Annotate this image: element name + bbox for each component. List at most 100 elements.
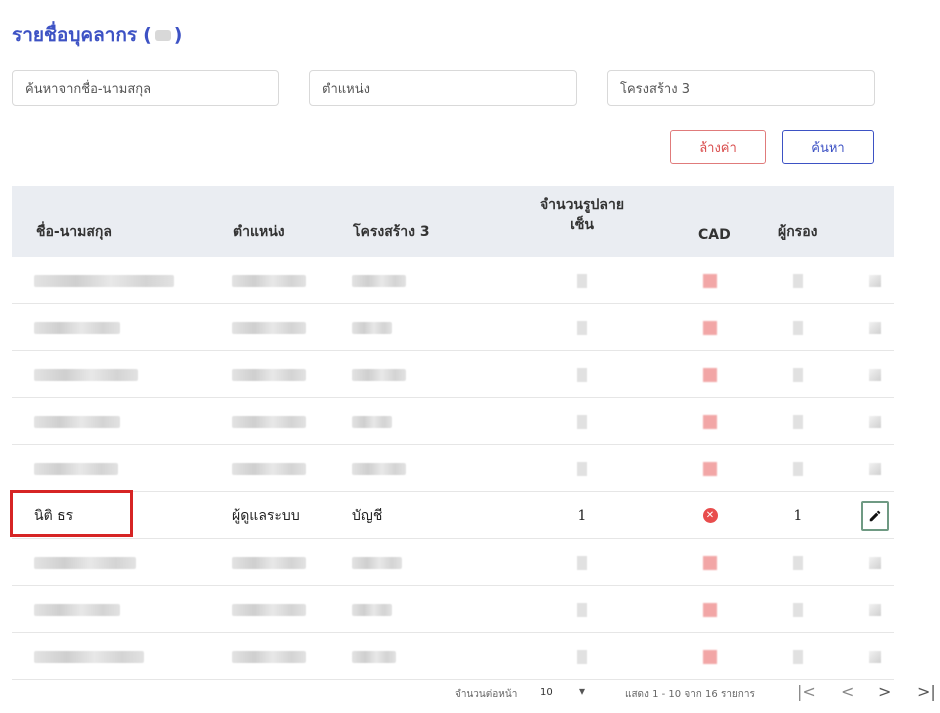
pagination: จำนวนต่อหน้า 10 ▾ แสดง 1 - 10 จาก 16 ราย… xyxy=(0,681,940,707)
redacted-count xyxy=(577,320,587,335)
structure-select-placeholder: โครงสร้าง 3 xyxy=(620,81,690,97)
redacted-name xyxy=(34,556,136,569)
redacted-edit-icon[interactable] xyxy=(869,603,881,616)
name-search-placeholder: ค้นหาจากชื่อ-นามสกุล xyxy=(25,81,152,97)
caret-down-icon[interactable]: ▾ xyxy=(579,684,585,698)
redacted-guardian xyxy=(793,649,803,664)
rows-per-page-label: จำนวนต่อหน้า xyxy=(455,689,518,700)
redacted-edit-icon[interactable] xyxy=(869,368,881,381)
table-row-visible[interactable]: นิติ ธร ผู้ดูแลระบบ บัญชี 1 ✕ 1 xyxy=(12,492,894,539)
redacted-count xyxy=(577,555,587,570)
row-edit-cell xyxy=(861,492,889,539)
column-header-structure[interactable]: โครงสร้าง 3 xyxy=(353,186,430,257)
redacted-count xyxy=(577,273,587,288)
name-highlight-box xyxy=(10,490,133,537)
redacted-cad-icon xyxy=(703,320,717,335)
redacted-count xyxy=(577,649,587,664)
redacted-name xyxy=(34,368,138,381)
position-select[interactable]: ตำแหน่ง xyxy=(309,70,577,106)
structure-select[interactable]: โครงสร้าง 3 xyxy=(607,70,875,106)
redacted-structure xyxy=(352,368,406,381)
position-select-placeholder: ตำแหน่ง xyxy=(322,81,370,97)
row-guardian-count: 1 xyxy=(793,507,803,524)
clear-button[interactable]: ล้างค่า xyxy=(670,130,766,164)
row-position: ผู้ดูแลระบบ xyxy=(232,507,300,524)
redacted-structure xyxy=(352,556,402,569)
redacted-structure xyxy=(352,462,406,475)
table-header: ชื่อ-นามสกุล ตำแหน่ง โครงสร้าง 3 จำนวนรู… xyxy=(12,186,894,257)
redacted-name xyxy=(34,603,120,616)
redacted-edit-icon[interactable] xyxy=(869,321,881,334)
redacted-guardian xyxy=(793,273,803,288)
redacted-position xyxy=(232,274,306,287)
row-structure: บัญชี xyxy=(352,507,383,524)
redacted-name xyxy=(34,650,144,663)
redacted-cad-icon xyxy=(703,555,717,570)
redacted-structure xyxy=(352,274,406,287)
redacted-guardian xyxy=(793,602,803,617)
table-row[interactable] xyxy=(12,351,894,398)
redacted-guardian xyxy=(793,461,803,476)
title-open-paren: ( xyxy=(143,24,152,46)
table-row[interactable] xyxy=(12,398,894,445)
redacted-cad-icon xyxy=(703,649,717,664)
redacted-position xyxy=(232,462,306,475)
redacted-name xyxy=(34,274,174,287)
redacted-edit-icon[interactable] xyxy=(869,415,881,428)
redacted-position xyxy=(232,415,306,428)
redacted-guardian xyxy=(793,367,803,382)
row-signature-count: 1 xyxy=(577,507,587,524)
redacted-count xyxy=(154,29,171,41)
pagination-range: แสดง 1 - 10 จาก 16 รายการ xyxy=(625,689,755,700)
redacted-structure xyxy=(352,650,396,663)
column-header-signature-count-line1: จำนวนรูปลาย xyxy=(539,196,625,213)
search-button[interactable]: ค้นหา xyxy=(782,130,874,164)
column-header-position[interactable]: ตำแหน่ง xyxy=(233,186,285,257)
table-row[interactable] xyxy=(12,586,894,633)
previous-page-icon[interactable]: < xyxy=(841,682,854,701)
pencil-icon xyxy=(869,510,881,521)
redacted-count xyxy=(577,414,587,429)
redacted-structure xyxy=(352,321,392,334)
column-header-signature-count[interactable]: จำนวนรูปลาย เซ็น xyxy=(512,186,652,257)
redacted-cad-icon xyxy=(703,414,717,429)
table-row[interactable] xyxy=(12,539,894,586)
last-page-icon[interactable]: >| xyxy=(917,682,936,701)
redacted-name xyxy=(34,415,120,428)
table-row[interactable] xyxy=(12,257,894,304)
redacted-guardian xyxy=(793,414,803,429)
table-row[interactable] xyxy=(12,445,894,492)
redacted-name xyxy=(34,462,118,475)
table-row[interactable] xyxy=(12,633,894,680)
redacted-cad-icon xyxy=(703,273,717,288)
table-row[interactable] xyxy=(12,304,894,351)
row-cad-status: ✕ xyxy=(698,492,722,539)
redacted-edit-icon[interactable] xyxy=(869,274,881,287)
column-header-guardian[interactable]: ผู้กรอง xyxy=(778,186,817,257)
redacted-guardian xyxy=(793,320,803,335)
redacted-position xyxy=(232,556,306,569)
redacted-position xyxy=(232,603,306,616)
first-page-icon[interactable]: |< xyxy=(797,682,816,701)
column-header-cad[interactable]: CAD xyxy=(698,186,731,257)
redacted-edit-icon[interactable] xyxy=(869,650,881,663)
name-search-input[interactable]: ค้นหาจากชื่อ-นามสกุล xyxy=(12,70,279,106)
redacted-cad-icon xyxy=(703,461,717,476)
redacted-edit-icon[interactable] xyxy=(869,462,881,475)
redacted-count xyxy=(577,367,587,382)
redacted-structure xyxy=(352,415,392,428)
title-close-paren: ) xyxy=(173,24,183,46)
redacted-cad-icon xyxy=(703,367,717,382)
page-title-text: รายชื่อบุคลากร xyxy=(12,24,138,46)
rows-per-page-select[interactable]: 10 xyxy=(540,687,553,698)
column-header-name[interactable]: ชื่อ-นามสกุล xyxy=(36,186,112,257)
column-header-signature-count-line2: เซ็น xyxy=(570,216,594,233)
redacted-guardian xyxy=(793,555,803,570)
edit-button[interactable] xyxy=(861,500,889,531)
next-page-icon[interactable]: > xyxy=(878,682,891,701)
redacted-edit-icon[interactable] xyxy=(869,556,881,569)
page-title: รายชื่อบุคลากร ( ) xyxy=(12,20,182,50)
redacted-structure xyxy=(352,603,392,616)
redacted-position xyxy=(232,650,306,663)
redacted-count xyxy=(577,461,587,476)
